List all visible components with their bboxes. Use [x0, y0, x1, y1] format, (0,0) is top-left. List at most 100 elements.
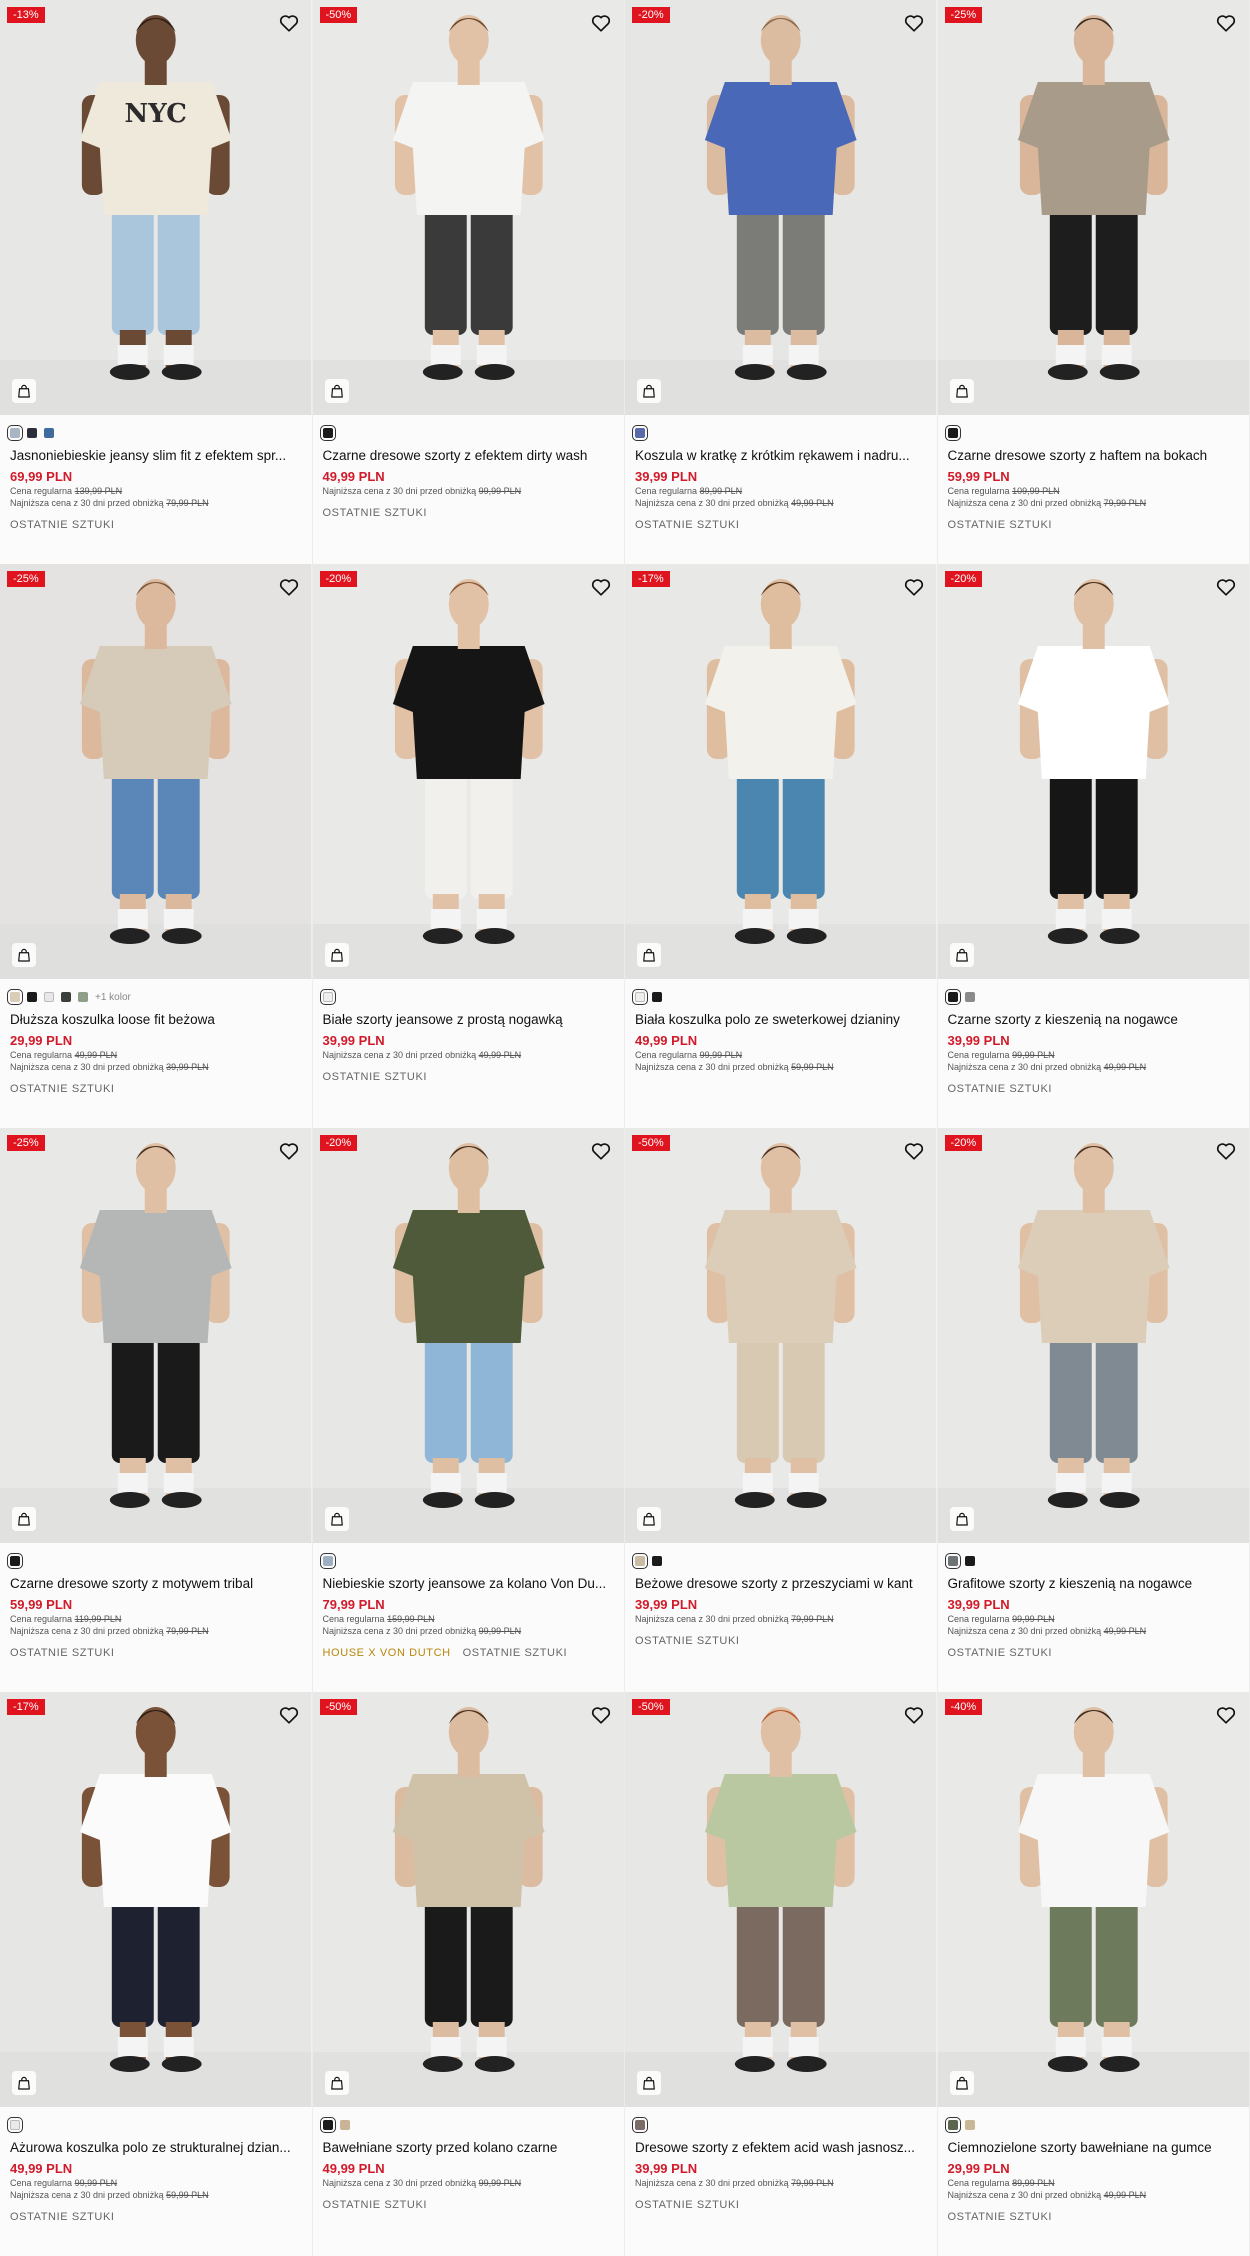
product-card[interactable]: -20% Białe szorty jeansowe z prostą nogaw… [313, 564, 626, 1128]
wishlist-heart-icon[interactable] [1215, 1704, 1237, 1726]
add-to-bag-icon[interactable] [325, 943, 349, 967]
wishlist-heart-icon[interactable] [903, 576, 925, 598]
wishlist-heart-icon[interactable] [590, 12, 612, 34]
color-swatch[interactable] [10, 428, 20, 438]
color-swatch[interactable] [27, 992, 37, 1002]
product-card[interactable]: -50% Dresowe szorty z efektem acid wash j… [625, 1692, 938, 2256]
wishlist-heart-icon[interactable] [278, 576, 300, 598]
product-name[interactable]: Białe szorty jeansowe z prostą nogawką [323, 1011, 615, 1029]
product-card[interactable]: -20% Niebieskie szorty jeansowe za kolano… [313, 1128, 626, 1692]
product-name[interactable]: Bawełniane szorty przed kolano czarne [323, 2139, 615, 2157]
product-card[interactable]: -25% Czarne dresowe szorty z haftem na bo… [938, 0, 1250, 564]
color-swatch[interactable] [652, 1556, 662, 1566]
product-card[interactable]: -50% Beżowe dresowe szorty z przeszyciami… [625, 1128, 938, 1692]
product-name[interactable]: Czarne dresowe szorty z haftem na bokach [948, 447, 1240, 465]
color-swatch[interactable] [44, 992, 54, 1002]
add-to-bag-icon[interactable] [950, 1507, 974, 1531]
product-card[interactable]: -20% Czarne szorty z kieszenią na nogawce… [938, 564, 1250, 1128]
add-to-bag-icon[interactable] [12, 1507, 36, 1531]
wishlist-heart-icon[interactable] [590, 1140, 612, 1162]
product-card[interactable]: -50%Bawełniane szorty przed kolano czarn… [313, 1692, 626, 2256]
color-swatch[interactable] [27, 428, 37, 438]
color-swatch[interactable] [323, 1556, 333, 1566]
add-to-bag-icon[interactable] [637, 943, 661, 967]
add-to-bag-icon[interactable] [637, 2071, 661, 2095]
color-swatch[interactable] [323, 428, 333, 438]
product-name[interactable]: Dłuższa koszulka loose fit beżowa [10, 1011, 302, 1029]
wishlist-heart-icon[interactable] [1215, 12, 1237, 34]
product-image[interactable]: -20% [625, 0, 937, 415]
wishlist-heart-icon[interactable] [903, 1704, 925, 1726]
product-image[interactable]: -25% [0, 1128, 312, 1543]
product-card[interactable]: -17% Ażurowa koszulka polo ze strukturaln… [0, 1692, 313, 2256]
color-swatch[interactable] [635, 428, 645, 438]
product-card[interactable]: -20% Grafitowe szorty z kieszenią na noga… [938, 1128, 1250, 1692]
add-to-bag-icon[interactable] [12, 2071, 36, 2095]
product-name[interactable]: Grafitowe szorty z kieszenią na nogawce [948, 1575, 1240, 1593]
product-card[interactable]: -50%Czarne dresowe szorty z efektem dirt… [313, 0, 626, 564]
product-image[interactable]: -50% [625, 1128, 937, 1543]
product-image[interactable]: -20% [938, 564, 1250, 979]
color-swatch[interactable] [948, 2120, 958, 2130]
wishlist-heart-icon[interactable] [590, 1704, 612, 1726]
color-swatch[interactable] [965, 992, 975, 1002]
color-swatch[interactable] [10, 2120, 20, 2130]
product-name[interactable]: Dresowe szorty z efektem acid wash jasno… [635, 2139, 927, 2157]
color-swatch[interactable] [61, 992, 71, 1002]
add-to-bag-icon[interactable] [12, 943, 36, 967]
product-name[interactable]: Niebieskie szorty jeansowe za kolano Von… [323, 1575, 615, 1593]
product-image[interactable]: -20% [313, 1128, 625, 1543]
color-swatch[interactable] [948, 428, 958, 438]
product-image[interactable]: NYC-13% [0, 0, 312, 415]
add-to-bag-icon[interactable] [325, 379, 349, 403]
product-name[interactable]: Beżowe dresowe szorty z przeszyciami w k… [635, 1575, 927, 1593]
product-card[interactable]: NYC-13% Jasnoniebieskie jeansy slim fit z… [0, 0, 313, 564]
wishlist-heart-icon[interactable] [1215, 1140, 1237, 1162]
product-image[interactable]: -17% [0, 1692, 312, 2107]
product-name[interactable]: Jasnoniebieskie jeansy slim fit z efekte… [10, 447, 302, 465]
product-name[interactable]: Czarne dresowe szorty z motywem tribal [10, 1575, 302, 1593]
wishlist-heart-icon[interactable] [278, 12, 300, 34]
color-swatch[interactable] [635, 992, 645, 1002]
color-swatch[interactable] [948, 992, 958, 1002]
product-card[interactable]: -25% Czarne dresowe szorty z motywem trib… [0, 1128, 313, 1692]
wishlist-heart-icon[interactable] [278, 1140, 300, 1162]
color-swatch[interactable] [44, 428, 54, 438]
color-swatch[interactable] [78, 992, 88, 1002]
product-image[interactable]: -25% [0, 564, 312, 979]
color-swatch[interactable] [340, 2120, 350, 2130]
product-name[interactable]: Czarne szorty z kieszenią na nogawce [948, 1011, 1240, 1029]
wishlist-heart-icon[interactable] [278, 1704, 300, 1726]
product-image[interactable]: -17% [625, 564, 937, 979]
product-name[interactable]: Ażurowa koszulka polo ze strukturalnej d… [10, 2139, 302, 2157]
wishlist-heart-icon[interactable] [903, 12, 925, 34]
color-swatch[interactable] [10, 1556, 20, 1566]
add-to-bag-icon[interactable] [637, 1507, 661, 1531]
product-name[interactable]: Biała koszulka polo ze sweterkowej dzian… [635, 1011, 927, 1029]
product-card[interactable]: -20% Koszula w kratkę z krótkim rękawem i… [625, 0, 938, 564]
product-name[interactable]: Koszula w kratkę z krótkim rękawem i nad… [635, 447, 927, 465]
add-to-bag-icon[interactable] [950, 379, 974, 403]
add-to-bag-icon[interactable] [325, 1507, 349, 1531]
color-swatch[interactable] [323, 2120, 333, 2130]
color-swatch[interactable] [635, 1556, 645, 1566]
color-swatch[interactable] [948, 1556, 958, 1566]
color-swatch[interactable] [10, 992, 20, 1002]
product-image[interactable]: -40% [938, 1692, 1250, 2107]
add-to-bag-icon[interactable] [637, 379, 661, 403]
more-colors[interactable]: +1 kolor [95, 992, 131, 1003]
wishlist-heart-icon[interactable] [590, 576, 612, 598]
product-image[interactable]: -20% [313, 564, 625, 979]
add-to-bag-icon[interactable] [950, 943, 974, 967]
product-name[interactable]: Ciemnozielone szorty bawełniane na gumce [948, 2139, 1240, 2157]
color-swatch[interactable] [965, 2120, 975, 2130]
wishlist-heart-icon[interactable] [903, 1140, 925, 1162]
color-swatch[interactable] [652, 992, 662, 1002]
color-swatch[interactable] [965, 1556, 975, 1566]
product-image[interactable]: -50% [625, 1692, 937, 2107]
product-image[interactable]: -20% [938, 1128, 1250, 1543]
product-image[interactable]: -25% [938, 0, 1250, 415]
product-card[interactable]: -25% +1 kolor Dłuższa koszulka loose fit b… [0, 564, 313, 1128]
product-name[interactable]: Czarne dresowe szorty z efektem dirty wa… [323, 447, 615, 465]
color-swatch[interactable] [635, 2120, 645, 2130]
